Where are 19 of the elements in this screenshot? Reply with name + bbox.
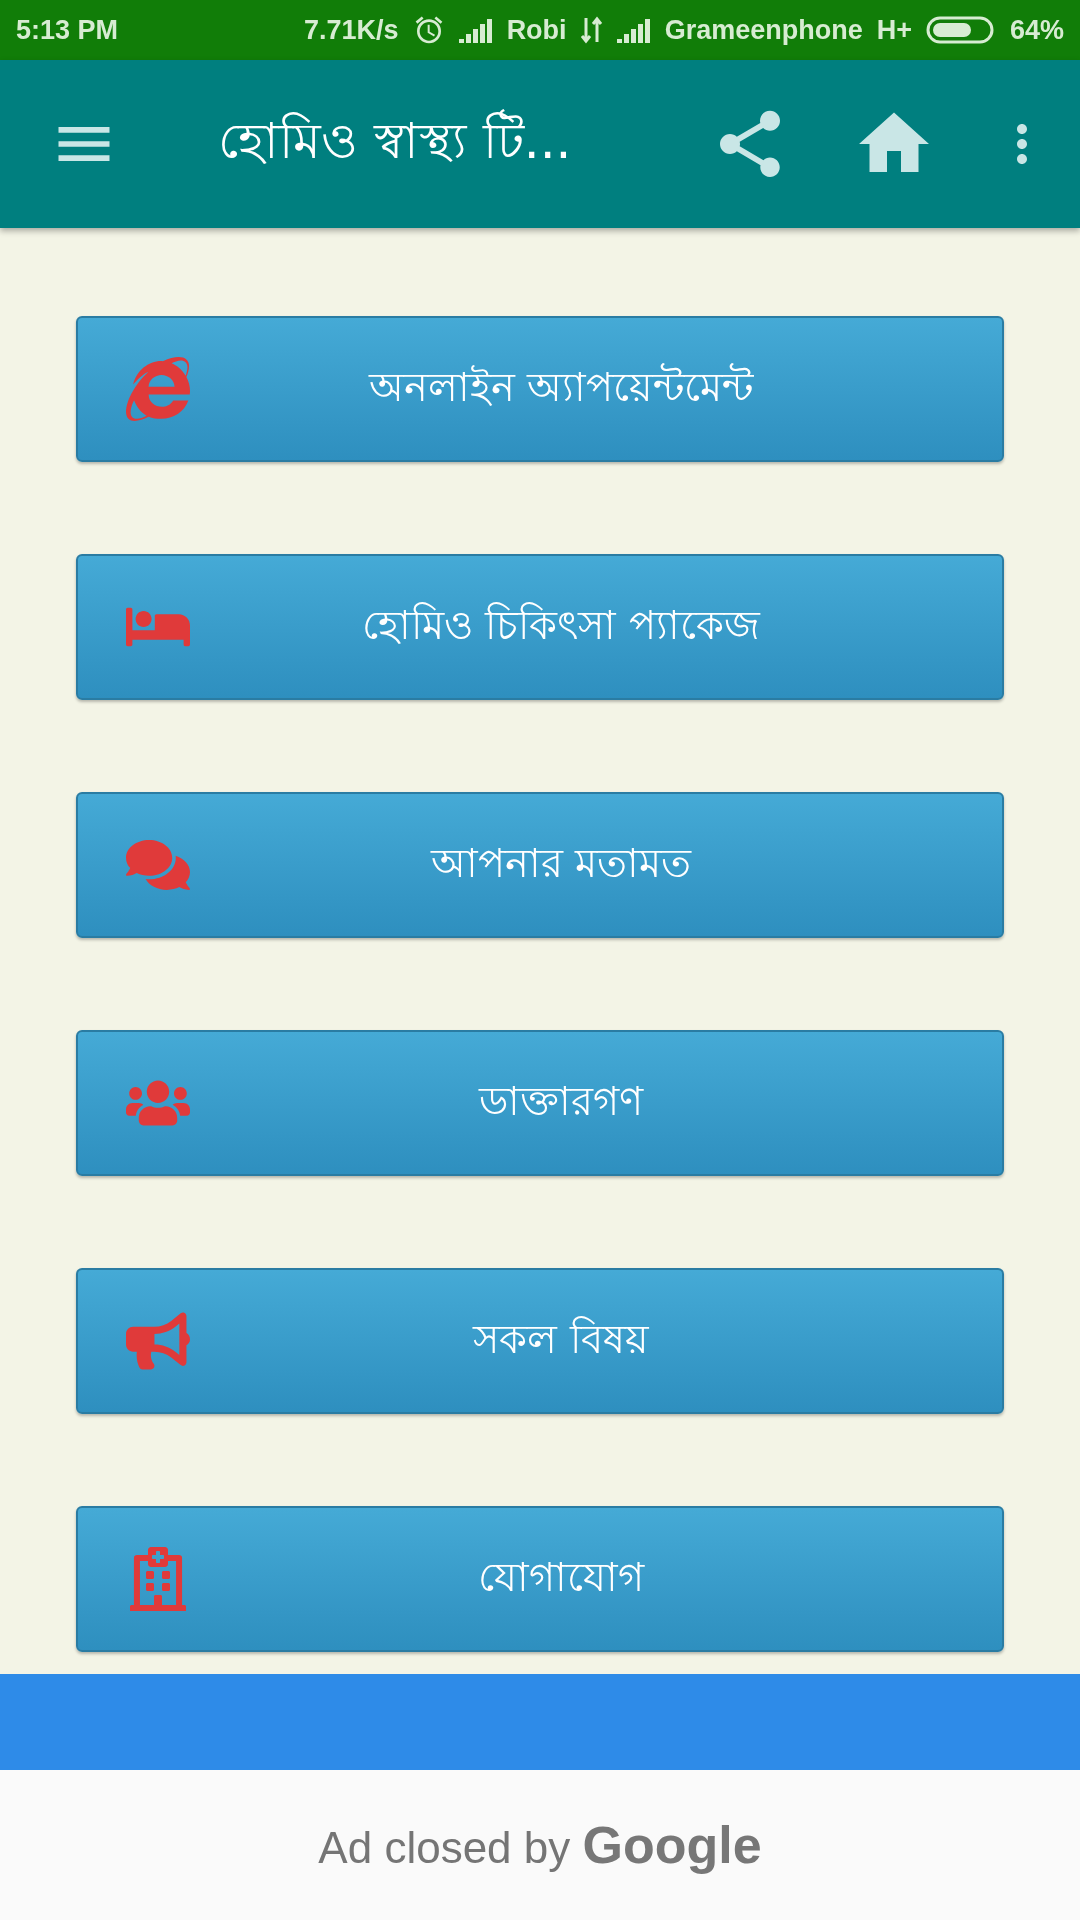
signal-icon <box>616 17 651 43</box>
carrier-name: Robi <box>506 14 567 46</box>
carrier-name: Grameenphone <box>664 14 863 46</box>
menu-button[interactable]: সকল বিষয় <box>76 1268 1004 1414</box>
battery-percent: 64% <box>1009 14 1064 46</box>
browser-icon <box>126 357 190 421</box>
menu-button[interactable]: হোমিও চিকিৎসা প্যাকেজ <box>76 554 1004 700</box>
signal-icon <box>458 17 493 43</box>
clock-time: 5:13 PM <box>16 14 119 46</box>
menu-button[interactable]: ডাক্তারগণ <box>76 1030 1004 1176</box>
menu-button[interactable]: আপনার মতামত <box>76 792 1004 938</box>
menu-button[interactable]: অনলাইন অ্যাপয়েন্টমেন্ট <box>76 316 1004 462</box>
network-speed: 7.71K/s <box>304 14 399 46</box>
menu-button[interactable]: যোগাযোগ <box>76 1506 1004 1652</box>
data-transfer-icon <box>580 16 603 44</box>
app-title: হোমিও স্বাস্থ্য টি... <box>218 108 572 172</box>
network-type: H+ <box>876 14 912 46</box>
battery-icon <box>925 15 996 45</box>
ad-notice: Ad closed by Google <box>318 1815 762 1875</box>
